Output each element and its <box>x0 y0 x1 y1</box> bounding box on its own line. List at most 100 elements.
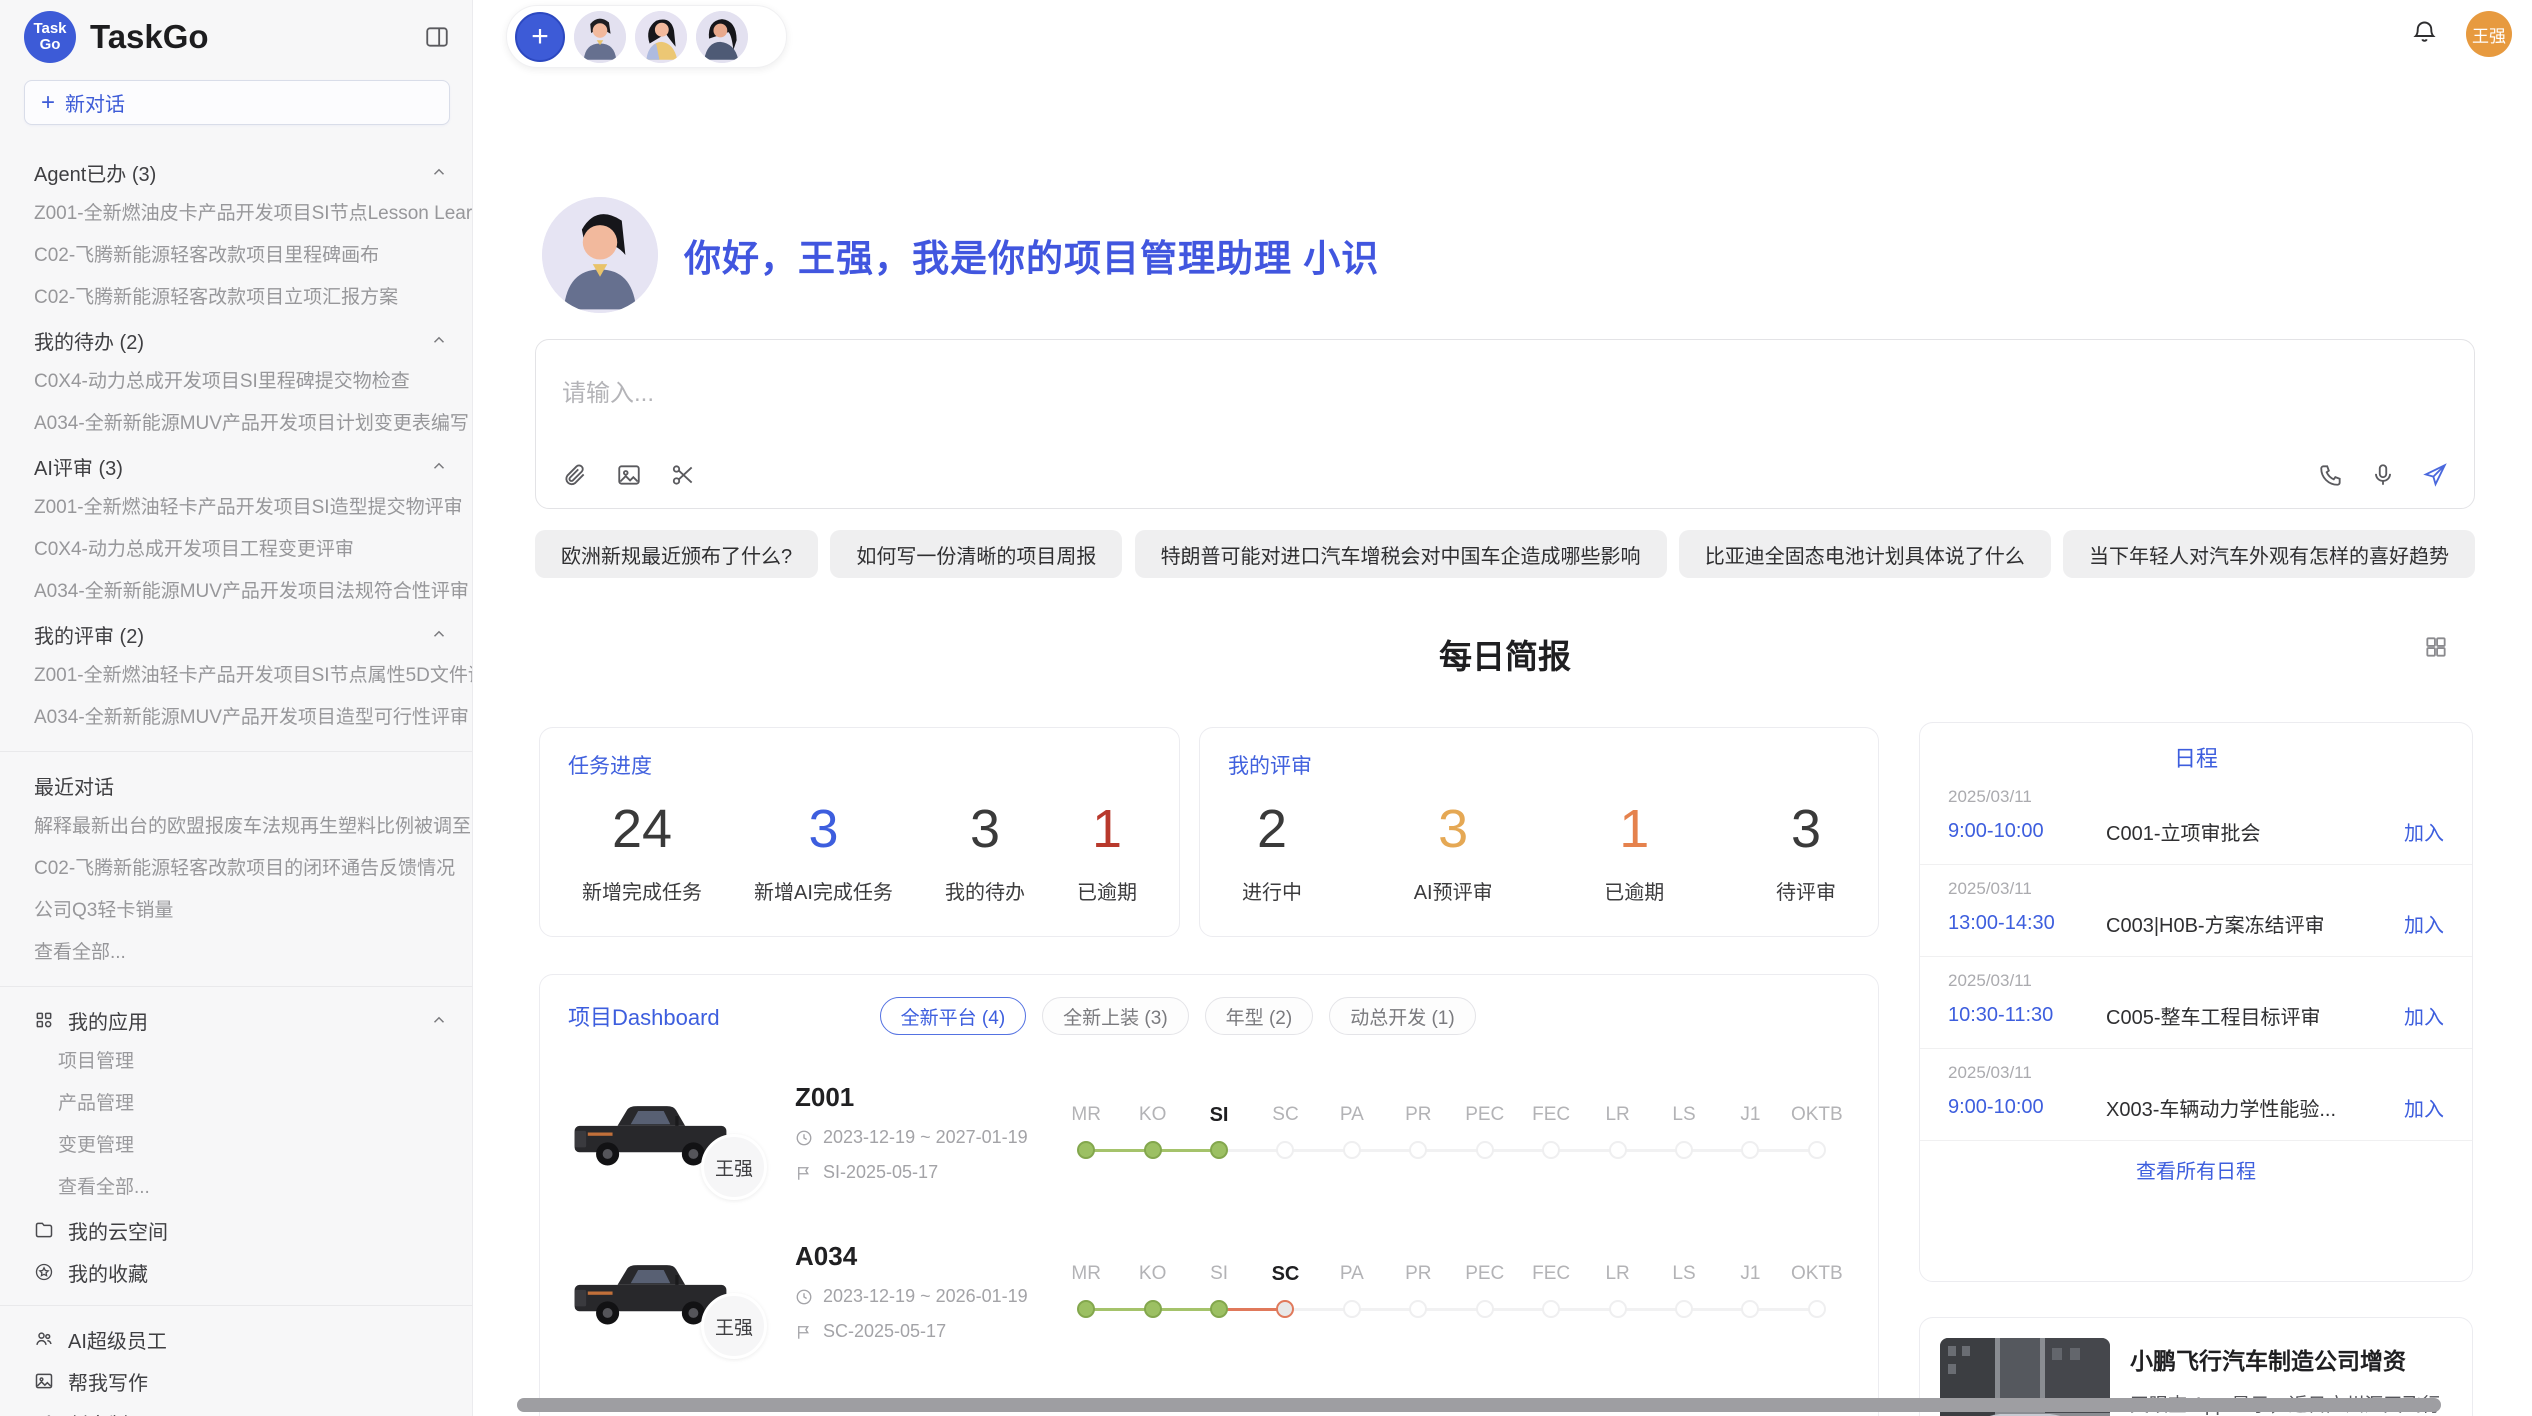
folder-icon <box>34 1220 54 1240</box>
sidebar-item-product-mgmt[interactable]: 产品管理 <box>0 1083 472 1125</box>
project-dates: 2023-12-19 ~ 2026-01-19 <box>795 1286 1047 1307</box>
recent-chat-item[interactable]: 公司Q3轻卡销量 <box>0 890 472 932</box>
recent-chat-item[interactable]: 解释最新出台的欧盟报废车法规再生塑料比例被调至15%... <box>0 806 472 848</box>
main-area: + 王强 你好，王强，我是你的项目管理助理 小识 <box>474 0 2532 1416</box>
stat-in-progress[interactable]: 2 进行中 <box>1242 798 1302 905</box>
layout-grid-icon[interactable] <box>2423 634 2449 665</box>
stat-review-overdue[interactable]: 1 已逾期 <box>1604 798 1664 905</box>
section-agent-done[interactable]: Agent已办 (3) <box>0 151 472 193</box>
new-chat-button[interactable]: + 新对话 <box>24 80 450 125</box>
project-dashboard-card: 项目Dashboard 全新平台 (4) 全新上装 (3) 年型 (2) 动总开… <box>539 974 1879 1416</box>
sidebar-task-item[interactable]: C0X4-动力总成开发项目工程变更评审 <box>0 529 472 571</box>
add-member-button[interactable]: + <box>515 12 565 62</box>
project-dates: 2023-12-19 ~ 2027-01-19 <box>795 1127 1047 1148</box>
sidebar-header: Task Go TaskGo <box>0 0 472 64</box>
milestone-timeline: MRKOSISCPAPRPECFECLRLSJ1OKTB <box>1053 1104 1850 1161</box>
tab-powertrain[interactable]: 动总开发 (1) <box>1329 997 1476 1035</box>
sidebar-item-creative-draw[interactable]: 创意制图 <box>0 1402 472 1416</box>
section-ai-review[interactable]: AI评审 (3) <box>0 445 472 487</box>
horizontal-scrollbar[interactable] <box>517 1398 2441 1412</box>
stat-ai-prereview[interactable]: 3 AI预评审 <box>1414 798 1493 905</box>
sidebar-task-item[interactable]: Z001-全新燃油轻卡产品开发项目SI节点属性5D文件评审 <box>0 655 472 697</box>
suggestion-chip[interactable]: 欧洲新规最近颁布了什么? <box>535 530 818 578</box>
stat-overdue[interactable]: 1 已逾期 <box>1077 798 1137 905</box>
suggestion-chip[interactable]: 如何写一份清晰的项目周报 <box>830 530 1122 578</box>
milestone-dot <box>1276 1300 1294 1318</box>
sidebar-item-project-mgmt[interactable]: 项目管理 <box>0 1041 472 1083</box>
milestone-dot <box>1542 1141 1560 1159</box>
chevron-up-icon <box>430 625 448 643</box>
sidebar-task-item[interactable]: C0X4-动力总成开发项目SI里程碑提交物检查 <box>0 361 472 403</box>
sidebar-item-cloud-space[interactable]: 我的云空间 <box>0 1209 472 1251</box>
event-date: 2025/03/11 <box>1948 1063 2444 1083</box>
view-all-schedule-link[interactable]: 查看所有日程 <box>1920 1155 2472 1184</box>
user-avatar[interactable]: 王强 <box>2466 11 2512 57</box>
sidebar-task-item[interactable]: A034-全新新能源MUV产品开发项目计划变更表编写 <box>0 403 472 445</box>
suggestion-chip[interactable]: 比亚迪全固态电池计划具体说了什么 <box>1679 530 2051 578</box>
milestone-dot <box>1741 1300 1759 1318</box>
stat-new-done[interactable]: 24 新增完成任务 <box>582 798 702 905</box>
chat-input[interactable] <box>550 354 2460 434</box>
sidebar-item-my-apps[interactable]: 我的应用 <box>0 999 472 1041</box>
sidebar-task-item[interactable]: A034-全新新能源MUV产品开发项目法规符合性评审 <box>0 571 472 613</box>
project-car-image: 王强 <box>568 1079 733 1186</box>
project-row[interactable]: 王强 Z001 2023-12-19 ~ 2027-01-19 SI-2025-… <box>568 1079 1850 1186</box>
sidebar-task-item[interactable]: Z001-全新燃油皮卡产品开发项目SI节点Lesson Learn报告 <box>0 193 472 235</box>
project-car-image: 王强 <box>568 1238 733 1345</box>
sidebar-item-help-write[interactable]: 帮我写作 <box>0 1360 472 1402</box>
send-icon[interactable] <box>2422 462 2448 488</box>
stat-my-todo[interactable]: 3 我的待办 <box>945 798 1025 905</box>
milestone-dot <box>1609 1141 1627 1159</box>
milestone-dot <box>1675 1300 1693 1318</box>
scissors-icon[interactable] <box>670 462 696 488</box>
milestone-dot <box>1542 1300 1560 1318</box>
stat-ai-done[interactable]: 3 新增AI完成任务 <box>754 798 893 905</box>
apps-view-all[interactable]: 查看全部... <box>0 1167 472 1209</box>
sidebar-task-item[interactable]: Z001-全新燃油轻卡产品开发项目SI造型提交物评审 <box>0 487 472 529</box>
sidebar: Task Go TaskGo + 新对话 Agent已办 (3) Z001-全新… <box>0 0 473 1416</box>
tab-new-platform[interactable]: 全新平台 (4) <box>880 997 1027 1035</box>
sidebar-task-item[interactable]: C02-飞腾新能源轻客改款项目立项汇报方案 <box>0 277 472 319</box>
sidebar-task-item[interactable]: C02-飞腾新能源轻客改款项目里程碑画布 <box>0 235 472 277</box>
event-time: 9:00-10:00 <box>1948 820 2106 843</box>
greeting-block: 你好，王强，我是你的项目管理助理 小识 <box>542 197 1379 313</box>
paperclip-icon[interactable] <box>562 462 588 488</box>
join-button[interactable]: 加入 <box>2404 1093 2444 1122</box>
sidebar-item-change-mgmt[interactable]: 变更管理 <box>0 1125 472 1167</box>
section-my-review[interactable]: 我的评审 (2) <box>0 613 472 655</box>
avatar[interactable] <box>696 11 748 63</box>
tab-year-model[interactable]: 年型 (2) <box>1205 997 1314 1035</box>
milestone-dot <box>1476 1141 1494 1159</box>
join-button[interactable]: 加入 <box>2404 909 2444 938</box>
milestone-dot <box>1144 1141 1162 1159</box>
sidebar-task-item[interactable]: A034-全新新能源MUV产品开发项目造型可行性评审 <box>0 697 472 739</box>
top-right-controls: 王强 <box>2411 11 2512 57</box>
avatar[interactable] <box>574 11 626 63</box>
recent-chat-item[interactable]: C02-飞腾新能源轻客改款项目的闭环通告反馈情况 <box>0 848 472 890</box>
avatar[interactable] <box>635 11 687 63</box>
suggestion-chip[interactable]: 当下年轻人对汽车外观有怎样的喜好趋势 <box>2063 530 2475 578</box>
phone-icon[interactable] <box>2318 462 2344 488</box>
clock-icon <box>795 1288 813 1306</box>
sidebar-item-favorites[interactable]: 我的收藏 <box>0 1251 472 1293</box>
chevron-up-icon <box>430 457 448 475</box>
event-date: 2025/03/11 <box>1948 879 2444 899</box>
milestone-dot <box>1409 1141 1427 1159</box>
project-row[interactable]: 王强 A034 2023-12-19 ~ 2026-01-19 SC-2025-… <box>568 1238 1850 1345</box>
logo-line1: Task <box>33 21 66 37</box>
join-button[interactable]: 加入 <box>2404 817 2444 846</box>
image-icon[interactable] <box>616 462 642 488</box>
clock-icon <box>795 1129 813 1147</box>
join-button[interactable]: 加入 <box>2404 1001 2444 1030</box>
tab-new-body[interactable]: 全新上装 (3) <box>1042 997 1189 1035</box>
flag-icon <box>795 1323 813 1341</box>
stat-to-review[interactable]: 3 待评审 <box>1776 798 1836 905</box>
apps-grid-icon <box>34 1010 54 1030</box>
sidebar-toggle-icon[interactable] <box>424 24 450 50</box>
microphone-icon[interactable] <box>2370 462 2396 488</box>
recent-view-all[interactable]: 查看全部... <box>0 932 472 974</box>
section-my-todo[interactable]: 我的待办 (2) <box>0 319 472 361</box>
notification-bell-icon[interactable] <box>2411 18 2438 50</box>
suggestion-chip[interactable]: 特朗普可能对进口汽车增税会对中国车企造成哪些影响 <box>1135 530 1667 578</box>
sidebar-item-ai-super-staff[interactable]: AI超级员工 <box>0 1318 472 1360</box>
